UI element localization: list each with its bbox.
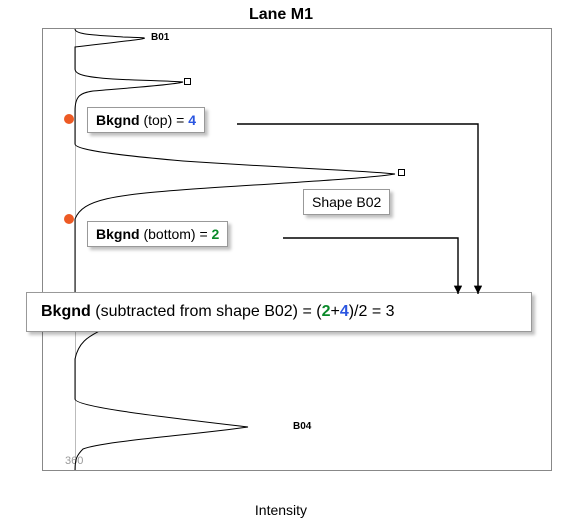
peak-label-b01: B01 — [151, 32, 169, 43]
bkgnd-bottom-prefix: Bkgnd — [96, 226, 140, 242]
chart-title: Lane M1 — [0, 6, 562, 24]
bkgnd-top-callout: Bkgnd (top) = 4 — [87, 107, 205, 133]
shape-label-text: Shape B02 — [312, 194, 381, 210]
lane-trace — [43, 29, 553, 472]
bkgnd-top-prefix: Bkgnd — [96, 112, 140, 128]
formula-plus: + — [330, 303, 339, 320]
formula-text-post: )/2 = 3 — [349, 303, 395, 320]
x-axis-label: Intensity — [0, 502, 562, 518]
formula-val-top: 4 — [340, 303, 349, 320]
formula-prefix: Bkgnd — [41, 303, 91, 320]
bkgnd-top-loc: (top) = — [143, 112, 184, 128]
peak-handle-mid[interactable] — [398, 169, 405, 176]
bkgnd-bottom-callout: Bkgnd (bottom) = 2 — [87, 221, 228, 247]
peak-label-b04: B04 — [293, 421, 311, 432]
bkgnd-top-value: 4 — [188, 112, 196, 128]
formula-text-pre: (subtracted from shape B02) = ( — [95, 303, 321, 320]
bkgnd-bottom-loc: (bottom) = — [143, 226, 207, 242]
bkgnd-top-marker[interactable] — [64, 114, 74, 124]
plot-area: 360 B01 B04 Shape B02 Bkgnd (top) = 4 Bk… — [42, 28, 552, 471]
formula-callout: Bkgnd (subtracted from shape B02) = (2+4… — [26, 292, 532, 332]
bkgnd-bottom-marker[interactable] — [64, 214, 74, 224]
chart-stage: Lane M1 tion (pixel) Intensity 360 B01 B… — [0, 0, 562, 523]
peak-handle-top[interactable] — [184, 78, 191, 85]
bkgnd-bottom-value: 2 — [212, 226, 220, 242]
shape-label-callout: Shape B02 — [303, 189, 390, 215]
